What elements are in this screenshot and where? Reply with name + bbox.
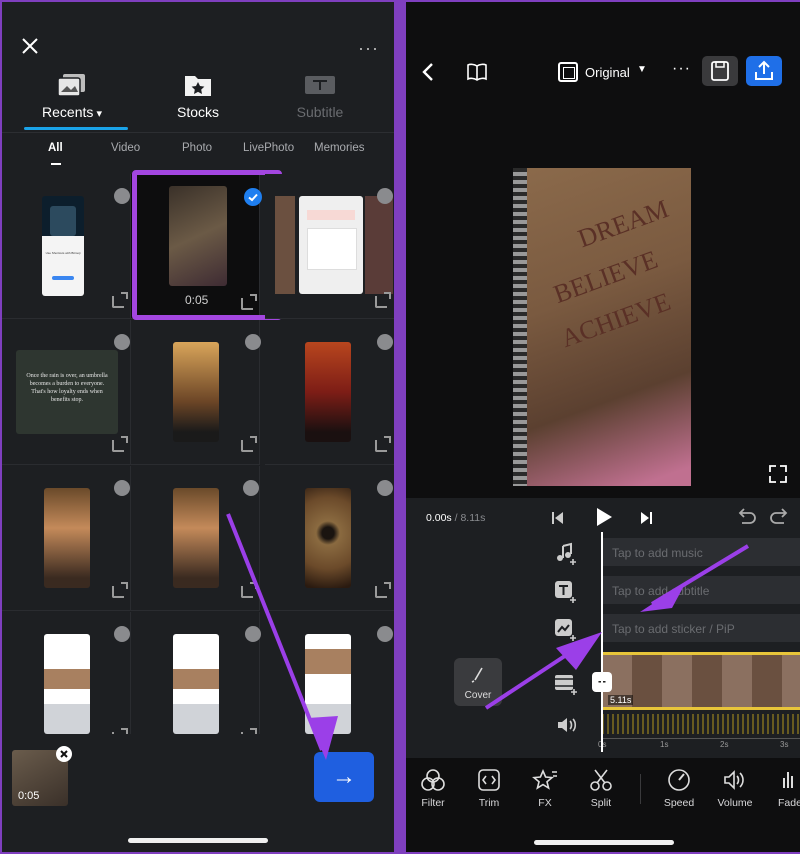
video-editor-panel: Original ▼ ··· DREAM BELIEVE ACHIEVE 0.0… xyxy=(406,2,800,852)
annotation-arrow xyxy=(226,513,338,760)
annotation-arrows xyxy=(484,544,750,710)
media-picker-panel: ··· Recents ▾ Stocks Subtitle All Video … xyxy=(2,2,394,852)
